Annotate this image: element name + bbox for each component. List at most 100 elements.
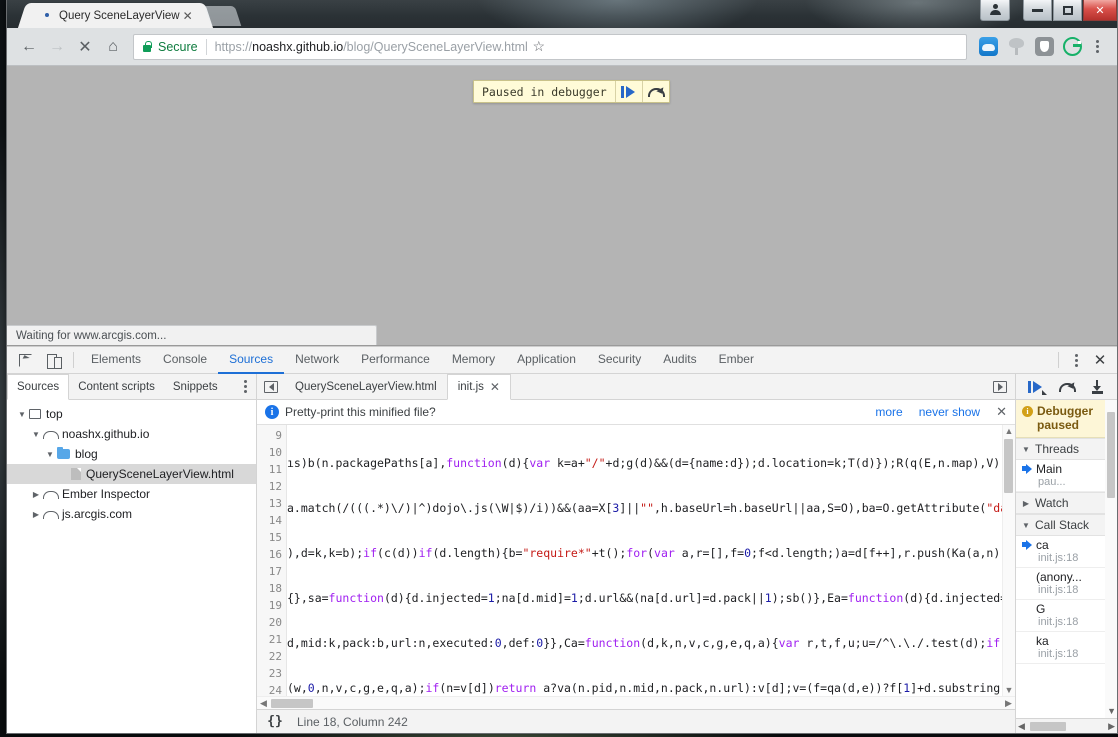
call-stack-frame[interactable]: G init.js:18 bbox=[1016, 600, 1117, 632]
chevron-down-icon[interactable]: ▼ bbox=[43, 450, 57, 459]
chevron-right-icon[interactable]: ▶ bbox=[29, 510, 43, 519]
editor-tab-close-icon[interactable]: ✕ bbox=[490, 380, 500, 394]
navigator-tab-sources[interactable]: Sources bbox=[7, 374, 70, 400]
tree-item-js-arcgis-com[interactable]: ▶ js.arcgis.com bbox=[7, 504, 256, 524]
bookmark-star-icon[interactable]: ☆ bbox=[528, 36, 550, 58]
overlay-step-over-button[interactable] bbox=[641, 81, 669, 102]
chevron-down-icon[interactable]: ▼ bbox=[15, 410, 29, 419]
tab-application[interactable]: Application bbox=[506, 347, 587, 374]
tree-item-noashx-github-io[interactable]: ▼ noashx.github.io bbox=[7, 424, 256, 444]
section-threads[interactable]: ▼ Threads bbox=[1016, 438, 1117, 460]
tree-item-blog[interactable]: ▼ blog bbox=[7, 444, 256, 464]
step-over-button[interactable] bbox=[1054, 375, 1080, 399]
back-button[interactable]: ← bbox=[15, 33, 43, 61]
address-bar[interactable]: Secure https://noashx.github.io/blog/Que… bbox=[133, 33, 967, 60]
resume-script-button[interactable] bbox=[1023, 375, 1049, 399]
call-stack-frame[interactable]: ca init.js:18 bbox=[1016, 536, 1117, 568]
debugger-scroll-down-icon[interactable]: ▼ bbox=[1107, 706, 1116, 716]
debugger-scroll-left-icon[interactable]: ◀ bbox=[1018, 721, 1025, 732]
extension-tree-button[interactable] bbox=[1003, 34, 1029, 60]
tab-memory[interactable]: Memory bbox=[441, 347, 506, 374]
tab-network[interactable]: Network bbox=[284, 347, 350, 374]
tab-security[interactable]: Security bbox=[587, 347, 652, 374]
chevron-down-icon[interactable]: ▼ bbox=[1021, 521, 1031, 530]
chevron-down-icon[interactable]: ▼ bbox=[29, 430, 43, 439]
navigator-tab-content-scripts[interactable]: Content scripts bbox=[69, 374, 164, 399]
pretty-print-braces-icon[interactable]: {} bbox=[263, 714, 287, 729]
tree-item-queryscenelayerview-html[interactable]: QuerySceneLayerView.html bbox=[7, 464, 256, 484]
profile-button[interactable] bbox=[980, 0, 1010, 21]
debugger-scroll-thumb[interactable] bbox=[1107, 412, 1115, 498]
line-number[interactable]: 19 bbox=[257, 597, 282, 614]
overlay-resume-button[interactable] bbox=[614, 81, 642, 102]
section-call-stack[interactable]: ▼ Call Stack bbox=[1016, 514, 1117, 536]
editor-tab-queryscenelayerview-html[interactable]: QuerySceneLayerView.html bbox=[285, 374, 447, 399]
devtools-close-icon[interactable]: ✕ bbox=[1087, 348, 1113, 373]
line-number[interactable]: 15 bbox=[257, 529, 282, 546]
step-into-button[interactable] bbox=[1085, 375, 1111, 399]
tab-sources[interactable]: Sources bbox=[218, 347, 285, 374]
line-number[interactable]: 10 bbox=[257, 444, 282, 461]
line-number[interactable]: 16 bbox=[257, 546, 282, 563]
tab-performance[interactable]: Performance bbox=[350, 347, 441, 374]
line-number[interactable]: 11 bbox=[257, 461, 282, 478]
editor-vertical-scrollbar[interactable]: ▲ ▼ bbox=[1002, 425, 1015, 696]
scroll-up-icon[interactable]: ▲ bbox=[1005, 425, 1014, 437]
line-number[interactable]: 18 bbox=[257, 580, 282, 597]
pretty-print-never-show-link[interactable]: never show bbox=[919, 405, 980, 419]
close-button[interactable]: ✕ bbox=[1083, 0, 1117, 21]
tab-close-icon[interactable]: ✕ bbox=[180, 8, 196, 24]
call-stack-frame[interactable]: (anony... init.js:18 bbox=[1016, 568, 1117, 600]
new-tab-button[interactable] bbox=[204, 6, 241, 26]
device-toolbar-button[interactable] bbox=[39, 348, 67, 373]
line-number[interactable]: 13 bbox=[257, 495, 282, 512]
tree-item-top[interactable]: ▼ top bbox=[7, 404, 256, 424]
scroll-down-icon[interactable]: ▼ bbox=[1005, 684, 1014, 696]
home-button[interactable]: ⌂ bbox=[99, 33, 127, 61]
line-number[interactable]: 24 bbox=[257, 682, 282, 696]
extension-grammarly-button[interactable] bbox=[1059, 34, 1085, 60]
call-stack-frame[interactable]: ka init.js:18 bbox=[1016, 632, 1117, 664]
debugger-h-scroll-thumb[interactable] bbox=[1030, 722, 1066, 731]
infobar-close-icon[interactable]: ✕ bbox=[996, 404, 1007, 420]
tab-ember[interactable]: Ember bbox=[708, 347, 765, 374]
debugger-vertical-scrollbar[interactable]: ▼ bbox=[1105, 400, 1117, 718]
tab-console[interactable]: Console bbox=[152, 347, 218, 374]
line-number[interactable]: 22 bbox=[257, 648, 282, 665]
navigator-tab-snippets[interactable]: Snippets bbox=[164, 374, 227, 399]
inspect-element-button[interactable] bbox=[11, 348, 39, 373]
section-watch[interactable]: ▶ Watch bbox=[1016, 492, 1117, 514]
editor-horizontal-scrollbar[interactable]: ◀ ▶ bbox=[257, 696, 1015, 709]
debugger-scroll-right-icon[interactable]: ▶ bbox=[1108, 721, 1115, 732]
stop-loading-button[interactable]: ✕ bbox=[71, 33, 99, 61]
chrome-menu-icon[interactable] bbox=[1085, 34, 1109, 60]
chevron-right-icon[interactable]: ▶ bbox=[1021, 499, 1031, 508]
minimize-button[interactable] bbox=[1023, 0, 1052, 21]
debugger-horizontal-scrollbar[interactable]: ◀ ▶ bbox=[1016, 718, 1117, 733]
line-number[interactable]: 23 bbox=[257, 665, 282, 682]
tab-elements[interactable]: Elements bbox=[80, 347, 152, 374]
tree-item-ember-inspector[interactable]: ▶ Ember Inspector bbox=[7, 484, 256, 504]
line-number[interactable]: 14 bbox=[257, 512, 282, 529]
vertical-scroll-thumb[interactable] bbox=[1004, 439, 1013, 493]
chevron-right-icon[interactable]: ▶ bbox=[29, 490, 43, 499]
line-number[interactable]: 20 bbox=[257, 614, 282, 631]
line-number[interactable]: 21 bbox=[257, 631, 282, 648]
extension-cloud-button[interactable] bbox=[975, 34, 1001, 60]
editor-tab-init-js[interactable]: init.js ✕ bbox=[446, 374, 511, 400]
editor-more-tabs-button[interactable] bbox=[985, 374, 1015, 399]
tab-audits[interactable]: Audits bbox=[652, 347, 707, 374]
scroll-right-icon[interactable]: ▶ bbox=[1002, 698, 1015, 709]
thread-item-main[interactable]: Main pau... bbox=[1016, 460, 1117, 492]
maximize-button[interactable] bbox=[1053, 0, 1082, 21]
pretty-print-more-link[interactable]: more bbox=[875, 405, 902, 419]
devtools-more-icon[interactable] bbox=[1065, 348, 1087, 373]
line-number[interactable]: 17 bbox=[257, 563, 282, 580]
navigator-more-icon[interactable] bbox=[234, 374, 256, 399]
code-text[interactable]: ıs)b(n.packagePaths[a],function(d){var k… bbox=[287, 425, 1015, 696]
chevron-down-icon[interactable]: ▼ bbox=[1021, 445, 1031, 454]
horizontal-scroll-thumb[interactable] bbox=[271, 699, 313, 708]
collapse-navigator-button[interactable] bbox=[257, 374, 285, 399]
scroll-left-icon[interactable]: ◀ bbox=[257, 698, 270, 709]
browser-tab[interactable]: Query SceneLayerView ✕ bbox=[29, 3, 202, 28]
